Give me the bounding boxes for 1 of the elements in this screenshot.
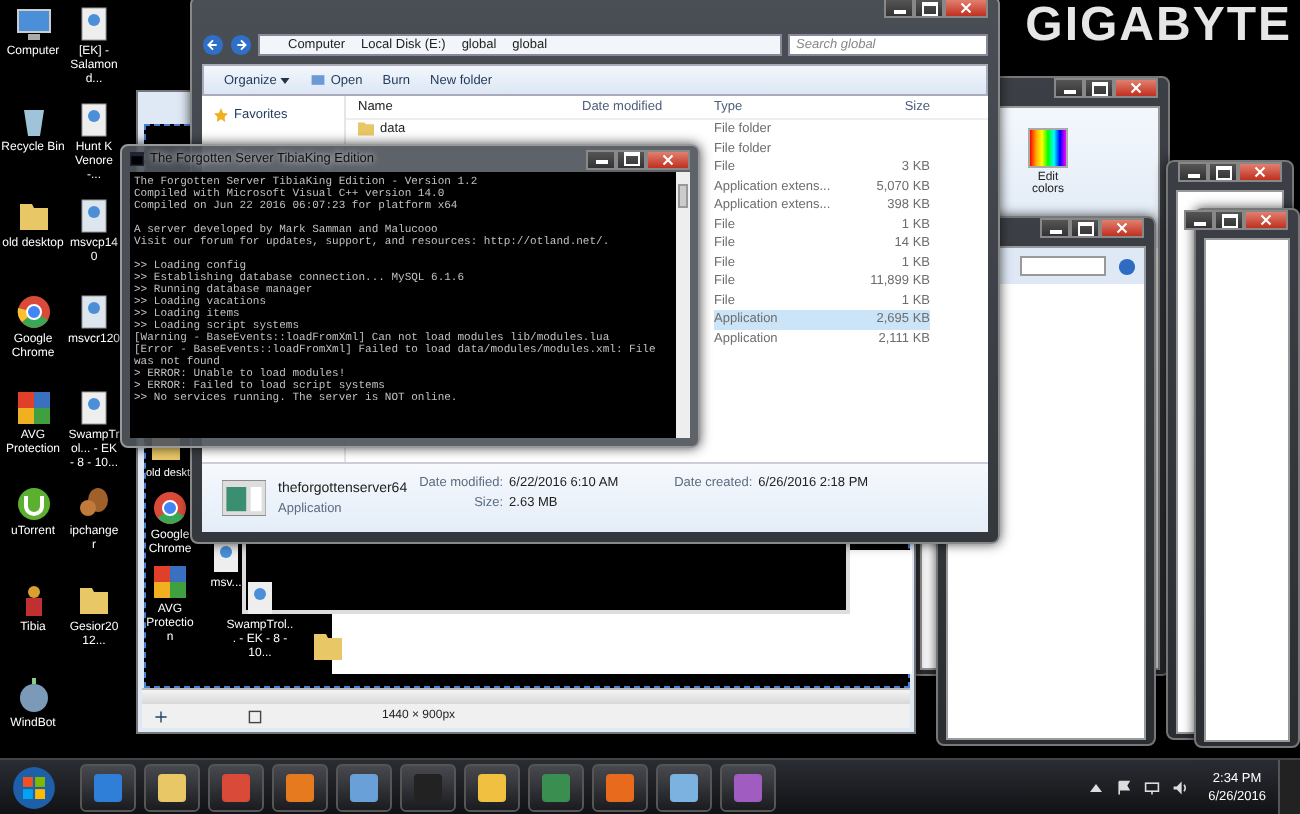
wallpaper-logo: GIGABYTE (1025, 0, 1292, 52)
